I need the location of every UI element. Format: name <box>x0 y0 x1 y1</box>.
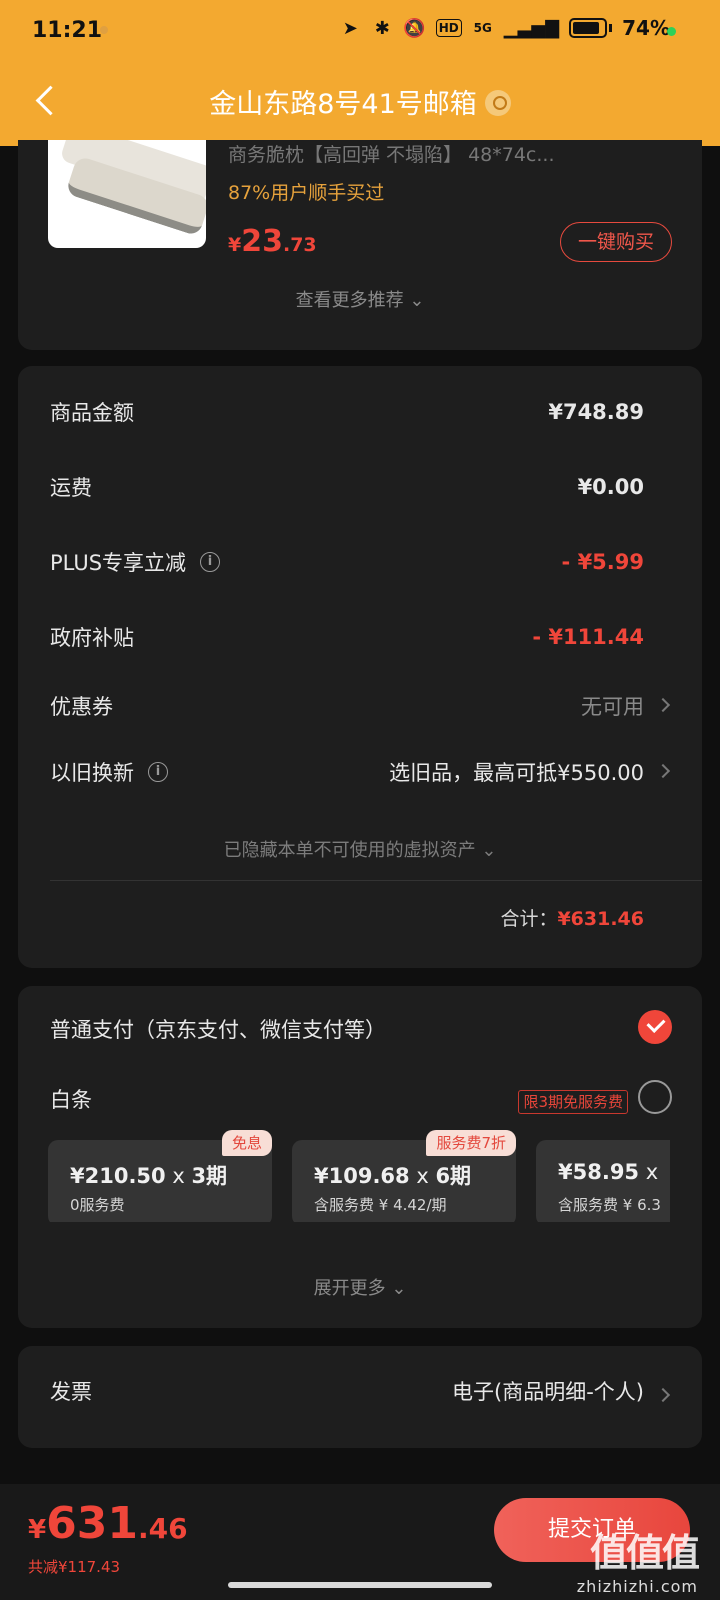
recommendation-card: 商务脆枕【高回弹 不塌陷】 48*74c... 87%用户顺手买过 ¥23.73… <box>18 140 702 350</box>
trade-in-label-group: 以旧换新 i <box>50 757 168 787</box>
nav-bar: 金山东路8号41号邮箱 <box>0 66 720 140</box>
plan-term: 6期 <box>435 1164 472 1188</box>
plan-times: x <box>409 1164 436 1188</box>
invoice-card[interactable]: 发票 电子(商品明细-个人) <box>18 1346 702 1448</box>
shipping-label: 运费 <box>50 476 92 500</box>
expand-more-toggle[interactable]: 展开更多 ⌄ <box>18 1274 702 1300</box>
watermark-glyphs: 值值值 <box>589 1531 700 1575</box>
product-price: ¥23.73 <box>228 224 317 259</box>
battery-cap <box>609 24 613 32</box>
bought-text: 87%用户顺手买过 <box>228 182 385 204</box>
divider <box>50 880 702 881</box>
battery-icon <box>569 18 608 38</box>
gov-subsidy-label: 政府补贴 <box>50 626 134 650</box>
signal-icon: ▁▃▅▇ <box>503 17 560 39</box>
product-thumbnail[interactable] <box>48 140 206 248</box>
plus-discount-label-group: PLUS专享立减 i <box>50 547 221 577</box>
plan-fee: 含服务费 ¥ 6.3 <box>558 1196 661 1214</box>
top-bar: 11:21 ➤ ✱ 🔕 HD 5G ▁▃▅▇ 74% 金山东路8号41号邮箱 <box>0 0 720 146</box>
plan-amount: ¥58.95 <box>558 1160 640 1184</box>
plus-discount-label: PLUS专享立减 <box>50 551 187 575</box>
total-value: ¥631.46 <box>557 908 644 930</box>
plan-main: ¥58.95 x <box>558 1160 658 1184</box>
see-more-recommendations[interactable]: 查看更多推荐 ⌄ <box>18 286 702 312</box>
plan-tag: 免息 <box>221 1130 272 1156</box>
watermark-url: zhizhizhi.com <box>576 1577 698 1596</box>
invoice-chevron-icon <box>655 1387 671 1403</box>
coupon-chevron-icon <box>655 697 671 713</box>
location-arrow-icon: ➤ <box>342 17 358 39</box>
address-text: 金山东路8号41号邮箱 <box>209 89 477 120</box>
watermark-logo: 值值值 zhizhizhi.com <box>528 1522 700 1596</box>
row-plus-discount: PLUS专享立减 i - ¥5.99 <box>50 542 644 582</box>
plan-amount: ¥210.50 <box>70 1164 166 1188</box>
normal-pay-label[interactable]: 普通支付（京东支付、微信支付等） <box>50 1014 386 1044</box>
plan-times: x <box>165 1164 192 1188</box>
status-time: 11:21 <box>32 18 103 43</box>
trade-in-value: 选旧品，最高可抵¥550.00 <box>389 761 644 785</box>
price-int: 23 <box>241 224 283 259</box>
battery-percent: 74% <box>622 16 670 40</box>
normal-pay-radio-checked[interactable] <box>638 1010 672 1044</box>
installment-plan[interactable]: ¥58.95 x 含服务费 ¥ 6.3 <box>536 1140 670 1222</box>
product-name[interactable]: 商务脆枕【高回弹 不塌陷】 48*74c... <box>228 140 688 167</box>
trade-in-label: 以旧换新 <box>50 761 134 785</box>
plan-fee: 含服务费 ¥ 4.42/期 <box>314 1196 447 1214</box>
network-5g-icon: 5G <box>473 21 492 35</box>
row-goods-amount: 商品金额 ¥748.89 <box>50 392 644 432</box>
baitiao-label[interactable]: 白条 <box>50 1084 92 1114</box>
location-pin-icon <box>484 90 511 116</box>
price-currency: ¥ <box>228 234 242 256</box>
info-icon[interactable]: i <box>200 552 221 572</box>
plan-main: ¥210.50 x 3期 <box>70 1160 227 1190</box>
plan-term: 3期 <box>191 1164 228 1188</box>
plus-discount-value: - ¥5.99 <box>561 550 644 574</box>
installment-plan[interactable]: 服务费7折 ¥109.68 x 6期 含服务费 ¥ 4.42/期 <box>292 1130 516 1222</box>
total-line: 合计：¥631.46 <box>500 904 644 931</box>
payable-dec: .46 <box>137 1512 188 1545</box>
order-summary-card: 商品金额 ¥748.89 运费 ¥0.00 PLUS专享立减 i - ¥5.99 … <box>18 366 702 968</box>
row-coupon[interactable]: 优惠券 无可用 <box>50 686 644 726</box>
notification-dot <box>100 26 108 34</box>
trade-in-chevron-icon <box>655 763 671 779</box>
coupon-label: 优惠券 <box>50 695 113 719</box>
mute-bell-icon: 🔕 <box>403 17 426 39</box>
gov-subsidy-value: - ¥111.44 <box>532 625 644 649</box>
info-icon[interactable]: i <box>148 762 168 782</box>
plan-main: ¥109.68 x 6期 <box>314 1160 471 1190</box>
row-gov-subsidy: 政府补贴 - ¥111.44 <box>50 617 644 657</box>
plan-fee: 0服务费 <box>70 1196 125 1214</box>
installment-plans: 免息 ¥210.50 x 3期 0服务费 服务费7折 ¥109.68 x 6期 … <box>48 1130 670 1222</box>
hidden-assets-toggle[interactable]: 已隐藏本单不可使用的虚拟资产 ⌄ <box>18 836 702 862</box>
baitiao-radio[interactable] <box>638 1080 672 1114</box>
plan-amount: ¥109.68 <box>314 1164 410 1188</box>
shipping-value: ¥0.00 <box>577 475 644 499</box>
goods-amount-label: 商品金额 <box>50 401 134 425</box>
price-dec: .73 <box>282 234 317 256</box>
payable-int: 631 <box>46 1498 138 1549</box>
baitiao-promo-badge: 限3期免服务费 <box>518 1090 628 1114</box>
one-click-buy-button[interactable]: 一键购买 <box>560 222 672 262</box>
goods-amount-value: ¥748.89 <box>548 400 644 424</box>
coupon-value: 无可用 <box>581 695 644 719</box>
plan-tag: 服务费7折 <box>426 1130 516 1156</box>
installment-plan[interactable]: 免息 ¥210.50 x 3期 0服务费 <box>48 1130 272 1222</box>
invoice-label: 发票 <box>50 1380 92 1404</box>
payable-amount: ¥631.46 <box>28 1498 188 1549</box>
status-icons: ➤ ✱ 🔕 HD 5G ▁▃▅▇ 74% <box>339 16 670 40</box>
payment-card: 普通支付（京东支付、微信支付等） 白条 限3期免服务费 免息 ¥210.50 x… <box>18 986 702 1328</box>
address-title[interactable]: 金山东路8号41号邮箱 <box>0 82 720 121</box>
row-shipping: 运费 ¥0.00 <box>50 467 644 507</box>
green-dot-icon <box>667 27 676 36</box>
total-label: 合计： <box>500 908 558 930</box>
bluetooth-icon: ✱ <box>374 17 390 39</box>
home-indicator[interactable] <box>228 1582 492 1588</box>
hd-icon: HD <box>435 19 462 37</box>
plan-times: x <box>639 1160 659 1184</box>
invoice-value: 电子(商品明细-个人) <box>452 1380 644 1404</box>
payable-currency: ¥ <box>28 1515 47 1545</box>
total-saved: 共减¥117.43 <box>28 1558 121 1576</box>
status-bar: 11:21 ➤ ✱ 🔕 HD 5G ▁▃▅▇ 74% <box>0 0 720 64</box>
row-trade-in[interactable]: 以旧换新 i 选旧品，最高可抵¥550.00 <box>50 752 644 792</box>
